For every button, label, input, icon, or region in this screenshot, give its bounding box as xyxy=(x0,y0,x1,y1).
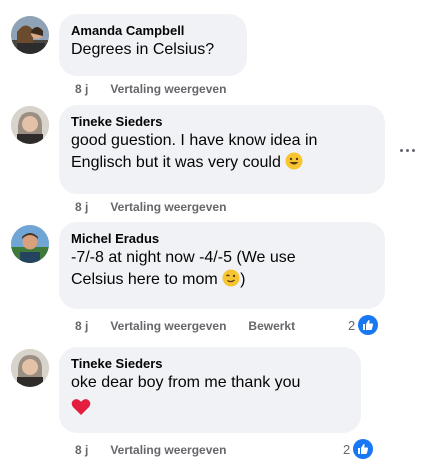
like-icon xyxy=(353,439,374,459)
heart-icon xyxy=(71,399,91,415)
comment-author[interactable]: Michel Eradus xyxy=(71,230,373,247)
comment-text-fragment: Celsius here to mom xyxy=(71,271,218,288)
comment-text: Degrees in Celsius? xyxy=(71,41,215,58)
avatar[interactable] xyxy=(11,106,49,144)
like-icon xyxy=(358,315,379,335)
comment-time[interactable]: 8 j xyxy=(75,443,88,457)
avatar[interactable] xyxy=(11,349,49,387)
comment-text-line: good guestion. I have know idea in xyxy=(71,132,318,149)
comment-time[interactable]: 8 j xyxy=(75,319,88,333)
avatar[interactable] xyxy=(11,225,49,263)
comment-bubble: Tineke Sieders oke dear boy from me than… xyxy=(59,347,361,433)
comment-bubble: Amanda Campbell Degrees in Celsius? xyxy=(59,14,247,76)
comment-time[interactable]: 8 j xyxy=(75,82,88,96)
comment-bubble: Tineke Sieders good guestion. I have kno… xyxy=(59,105,385,194)
reaction-count: 2 xyxy=(343,441,351,457)
edited-label[interactable]: Bewerkt xyxy=(248,319,295,333)
winking-face-icon xyxy=(222,269,240,287)
translate-link[interactable]: Vertaling weergeven xyxy=(110,319,226,333)
comment-text-line: -7/-8 at night now -4/-5 (We use xyxy=(71,249,296,266)
comment-text-fragment: ) xyxy=(240,271,246,288)
grinning-face-icon xyxy=(285,152,303,170)
comment-text-fragment: Englisch but it was very could xyxy=(71,154,281,171)
comment-author[interactable]: Tineke Sieders xyxy=(71,113,373,130)
reaction-count: 2 xyxy=(348,317,356,333)
comment-actions: 8 j Vertaling weergeven xyxy=(75,81,226,97)
comment-actions: 8 j Vertaling weergeven xyxy=(75,442,226,458)
comment-author[interactable]: Tineke Sieders xyxy=(71,355,349,372)
more-options-icon[interactable] xyxy=(397,140,417,160)
translate-link[interactable]: Vertaling weergeven xyxy=(110,82,226,96)
comment-bubble: Michel Eradus -7/-8 at night now -4/-5 (… xyxy=(59,222,385,309)
reaction-summary[interactable]: 2 xyxy=(348,315,379,335)
comment-text: oke dear boy from me thank you xyxy=(71,374,301,391)
translate-link[interactable]: Vertaling weergeven xyxy=(110,443,226,457)
comment-emoji-line xyxy=(71,398,349,423)
reaction-summary[interactable]: 2 xyxy=(343,439,374,459)
comment-time[interactable]: 8 j xyxy=(75,200,88,214)
comment-author[interactable]: Amanda Campbell xyxy=(71,22,235,39)
avatar[interactable] xyxy=(11,16,49,54)
comment-actions: 8 j Vertaling weergeven xyxy=(75,199,226,215)
translate-link[interactable]: Vertaling weergeven xyxy=(110,200,226,214)
comment-text-line: Celsius here to mom ) xyxy=(71,269,373,291)
comment-actions: 8 j Vertaling weergeven Bewerkt xyxy=(75,318,295,334)
comment-text-line: Englisch but it was very could xyxy=(71,152,373,174)
